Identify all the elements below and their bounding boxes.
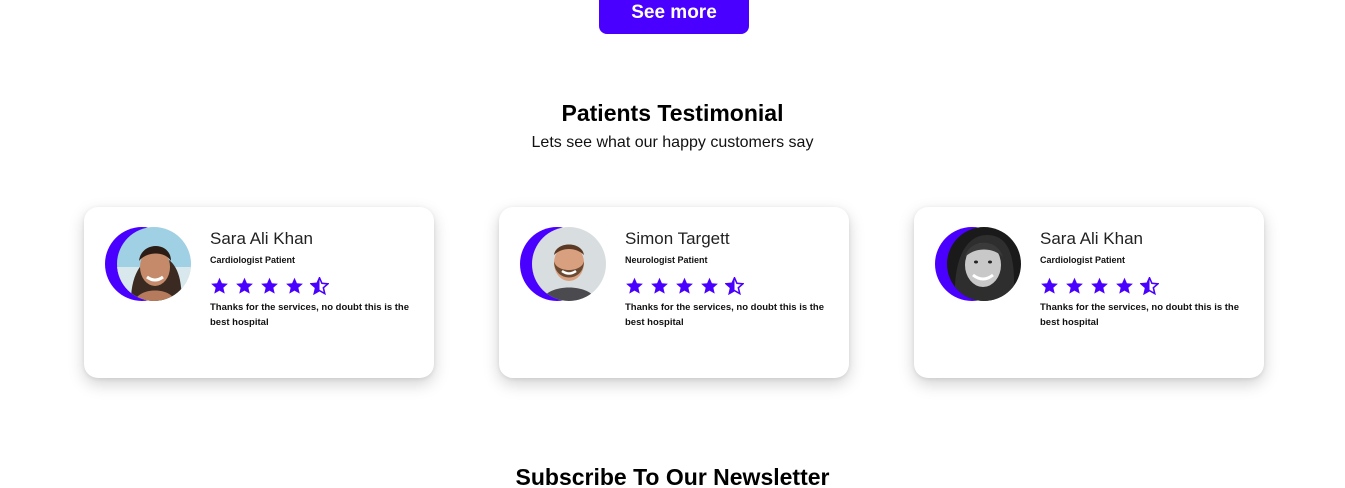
star-icon [1116, 277, 1133, 294]
star-icon [651, 277, 668, 294]
testimonials-title: Patients Testimonial [561, 100, 784, 126]
patient-role: Cardiologist Patient [210, 255, 296, 265]
avatar [532, 227, 606, 301]
testimonial-card: Sara Ali Khan Cardiologist Patient Thank… [84, 207, 434, 378]
testimonial-text: Thanks for the services, no doubt this i… [210, 302, 410, 328]
patient-name: Sara Ali Khan [1040, 229, 1144, 248]
star-half-icon [725, 277, 744, 295]
star-icon [626, 277, 643, 294]
testimonial-text: Thanks for the services, no doubt this i… [1040, 302, 1240, 328]
star-rating [210, 277, 329, 295]
star-rating [1040, 277, 1159, 295]
star-icon [1041, 277, 1058, 294]
page: See more Patients Testimonial Lets see w… [0, 0, 1345, 488]
see-more-button[interactable]: See more [599, 0, 749, 34]
avatar-frame [520, 227, 606, 301]
star-half-icon [1140, 277, 1159, 295]
patient-role: Neurologist Patient [625, 255, 708, 265]
star-half-icon [310, 277, 329, 295]
star-icon [1066, 277, 1083, 294]
star-icon [211, 277, 228, 294]
star-icon [701, 277, 718, 294]
star-rating [625, 277, 744, 295]
patient-name: Simon Targett [625, 229, 730, 248]
star-icon [676, 277, 693, 294]
patient-role: Cardiologist Patient [1040, 255, 1126, 265]
star-icon [236, 277, 253, 294]
star-icon [286, 277, 303, 294]
testimonial-text: Thanks for the services, no doubt this i… [625, 302, 825, 328]
testimonial-card: Sara Ali Khan Cardiologist Patient Thank… [914, 207, 1264, 378]
avatar-frame [935, 227, 1021, 301]
star-icon [1091, 277, 1108, 294]
testimonials-subtitle: Lets see what our happy customers say [531, 134, 814, 151]
newsletter-title: Subscribe To Our Newsletter [515, 464, 830, 488]
star-icon [261, 277, 278, 294]
avatar [947, 227, 1021, 301]
avatar [117, 227, 191, 301]
testimonial-card: Simon Targett Neurologist Patient Thanks… [499, 207, 849, 378]
patient-name: Sara Ali Khan [210, 229, 314, 248]
avatar-frame [105, 227, 191, 301]
